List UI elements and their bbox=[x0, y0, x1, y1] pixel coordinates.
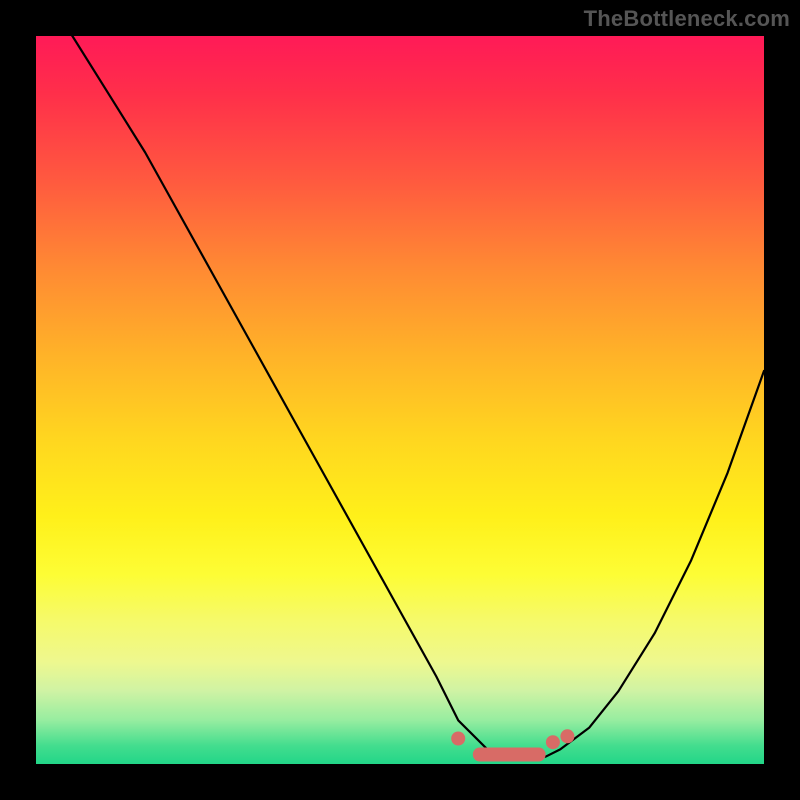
bottleneck-curve bbox=[36, 36, 764, 757]
flat-region-marker bbox=[473, 748, 546, 762]
marker-dot bbox=[560, 729, 574, 743]
curve-layer bbox=[36, 36, 764, 764]
watermark-text: TheBottleneck.com bbox=[584, 6, 790, 32]
chart-stage: TheBottleneck.com bbox=[0, 0, 800, 800]
plot-area bbox=[36, 36, 764, 764]
marker-dot bbox=[451, 732, 465, 746]
marker-dot bbox=[546, 735, 560, 749]
